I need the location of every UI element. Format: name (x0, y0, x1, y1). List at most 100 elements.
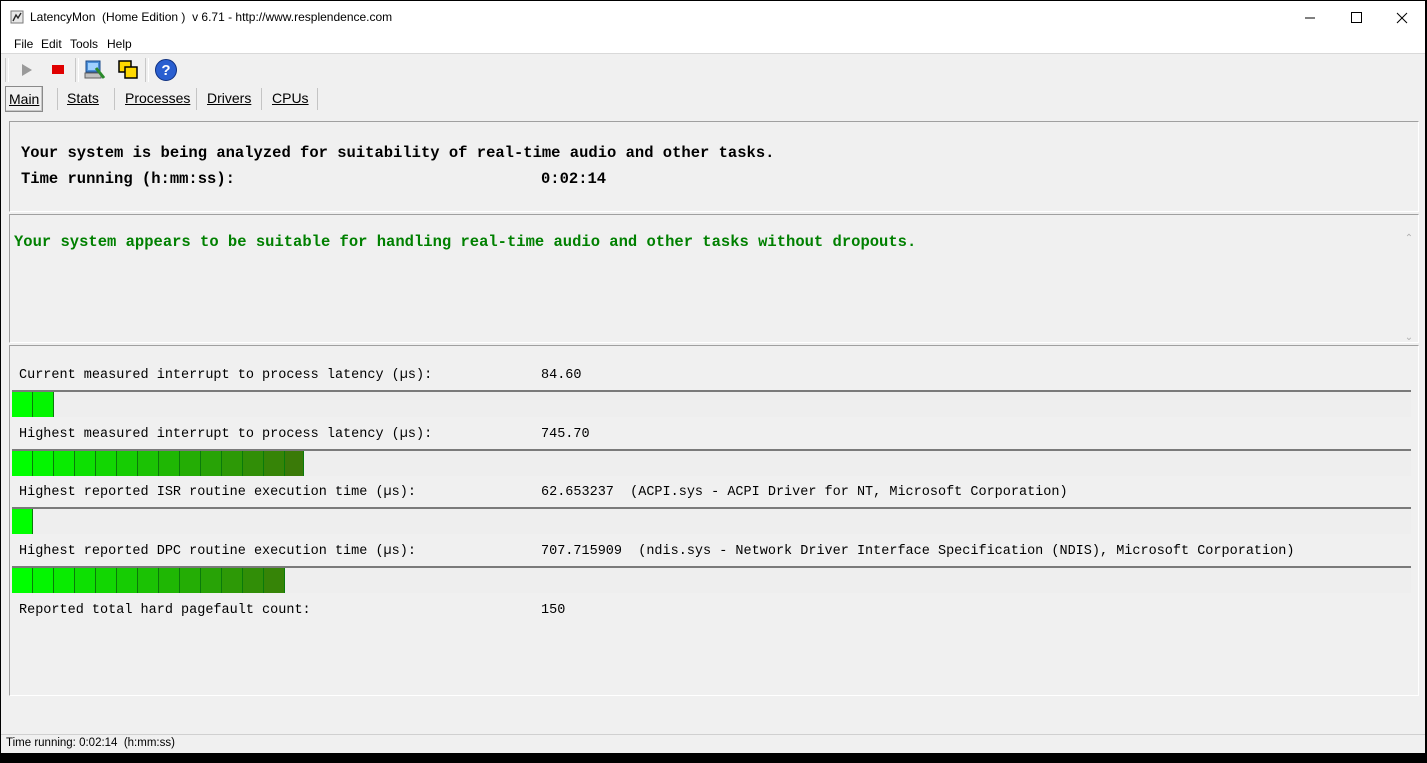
scroll-down-icon[interactable]: ⌄ (1402, 332, 1416, 343)
menu-edit[interactable]: Edit (41, 37, 62, 51)
minimize-icon (1305, 17, 1315, 19)
bar-segment (138, 568, 159, 593)
system-info-icon (84, 60, 106, 79)
app-window: LatencyMon (Home Edition ) v 6.71 - http… (1, 1, 1425, 753)
menu-tools[interactable]: Tools (70, 37, 98, 51)
windows-button[interactable] (116, 58, 140, 82)
close-icon (1396, 12, 1408, 24)
status-bar: Time running: 0:02:14 (h:mm:ss) (1, 734, 1425, 753)
window-title: LatencyMon (Home Edition ) v 6.71 - http… (30, 10, 393, 24)
maximize-button[interactable] (1333, 1, 1379, 35)
bar-segment (54, 451, 75, 476)
bar-segment (117, 451, 138, 476)
analysis-header-panel: Your system is being analyzed for suitab… (9, 121, 1419, 212)
current-latency-bar (12, 390, 1411, 417)
current-latency-value: 84.60 (541, 368, 582, 383)
bar-segment (54, 568, 75, 593)
bar-segment (159, 451, 180, 476)
time-running-label: Time running (h:mm:ss): (21, 170, 235, 188)
tab-divider (114, 88, 115, 110)
isr-time-value: 62.653237 (ACPI.sys - ACPI Driver for NT… (541, 485, 1068, 500)
start-button[interactable] (14, 58, 38, 82)
bar-segment (222, 451, 243, 476)
toolbar: ? (1, 54, 1425, 86)
tab-drivers[interactable]: Drivers (207, 86, 251, 110)
dpc-time-bar-fill (12, 568, 285, 593)
menu-bar: File Edit Tools Help (1, 35, 1425, 53)
verdict-panel: Your system appears to be suitable for h… (9, 214, 1419, 343)
isr-time-label: Highest reported ISR routine execution t… (19, 485, 416, 500)
svg-text:?: ? (161, 62, 170, 79)
bar-segment (33, 392, 54, 417)
tab-processes[interactable]: Processes (125, 86, 190, 110)
bar-segment (12, 392, 33, 417)
scroll-up-icon[interactable]: ⌃ (1402, 233, 1416, 244)
bar-segment (201, 451, 222, 476)
bar-segment (264, 451, 285, 476)
bar-segment (12, 451, 33, 476)
highest-latency-value: 745.70 (541, 427, 590, 442)
bar-segment (222, 568, 243, 593)
system-info-button[interactable] (83, 58, 107, 82)
close-button[interactable] (1379, 1, 1425, 35)
isr-time-bar (12, 507, 1411, 534)
verdict-scrollbar[interactable]: ⌃ ⌄ (1402, 233, 1416, 343)
verdict-text: Your system appears to be suitable for h… (14, 233, 917, 251)
bar-segment (96, 568, 117, 593)
bar-segment (180, 568, 201, 593)
status-text: Time running: 0:02:14 (h:mm:ss) (6, 737, 175, 749)
highest-latency-label: Highest measured interrupt to process la… (19, 427, 433, 442)
tab-main[interactable]: Main (5, 86, 44, 112)
pagefault-count-label: Reported total hard pagefault count: (19, 603, 311, 618)
bar-segment (12, 509, 33, 534)
tab-cpus[interactable]: CPUs (272, 86, 309, 110)
toolbar-separator (75, 58, 79, 82)
tab-divider (261, 88, 262, 110)
stop-icon (52, 65, 64, 74)
dpc-time-value: 707.715909 (ndis.sys - Network Driver In… (541, 544, 1295, 559)
pagefault-count-value: 150 (541, 603, 566, 618)
bar-segment (33, 451, 54, 476)
maximize-icon (1351, 12, 1362, 23)
current-latency-label: Current measured interrupt to process la… (19, 368, 433, 383)
time-running-value: 0:02:14 (541, 170, 607, 188)
bar-segment (75, 568, 96, 593)
bar-segment (285, 451, 304, 476)
dpc-time-label: Highest reported DPC routine execution t… (19, 544, 416, 559)
tab-bar: Main Stats Processes Drivers CPUs (1, 85, 1425, 113)
dpc-time-bar (12, 566, 1411, 593)
bar-segment (243, 451, 264, 476)
bar-segment (264, 568, 285, 593)
menu-help[interactable]: Help (107, 37, 132, 51)
highest-latency-bar (12, 449, 1411, 476)
bar-segment (201, 568, 222, 593)
minimize-button[interactable] (1287, 1, 1333, 35)
bar-segment (33, 568, 54, 593)
latencymon-app-icon (10, 10, 24, 24)
help-icon: ? (155, 59, 177, 81)
bar-segment (96, 451, 117, 476)
bar-segment (138, 451, 159, 476)
isr-time-bar-fill (12, 509, 33, 534)
bar-segment (75, 451, 96, 476)
tab-divider (196, 88, 197, 110)
toolbar-separator-2 (145, 58, 149, 82)
bar-segment (180, 451, 201, 476)
play-icon (22, 64, 32, 76)
bar-segment (12, 568, 33, 593)
windows-icon (118, 60, 138, 79)
tab-divider (57, 88, 58, 110)
analyzing-text: Your system is being analyzed for suitab… (21, 144, 775, 162)
menu-file[interactable]: File (14, 37, 33, 51)
bar-segment (159, 568, 180, 593)
highest-latency-bar-fill (12, 451, 304, 476)
title-bar[interactable]: LatencyMon (Home Edition ) v 6.71 - http… (1, 1, 1425, 35)
help-button[interactable]: ? (154, 58, 178, 82)
tab-stats[interactable]: Stats (67, 86, 99, 110)
bar-segment (243, 568, 264, 593)
stop-button[interactable] (46, 58, 70, 82)
toolbar-grip (5, 58, 9, 82)
bar-segment (117, 568, 138, 593)
current-latency-bar-fill (12, 392, 54, 417)
metrics-panel: Current measured interrupt to process la… (9, 345, 1419, 696)
